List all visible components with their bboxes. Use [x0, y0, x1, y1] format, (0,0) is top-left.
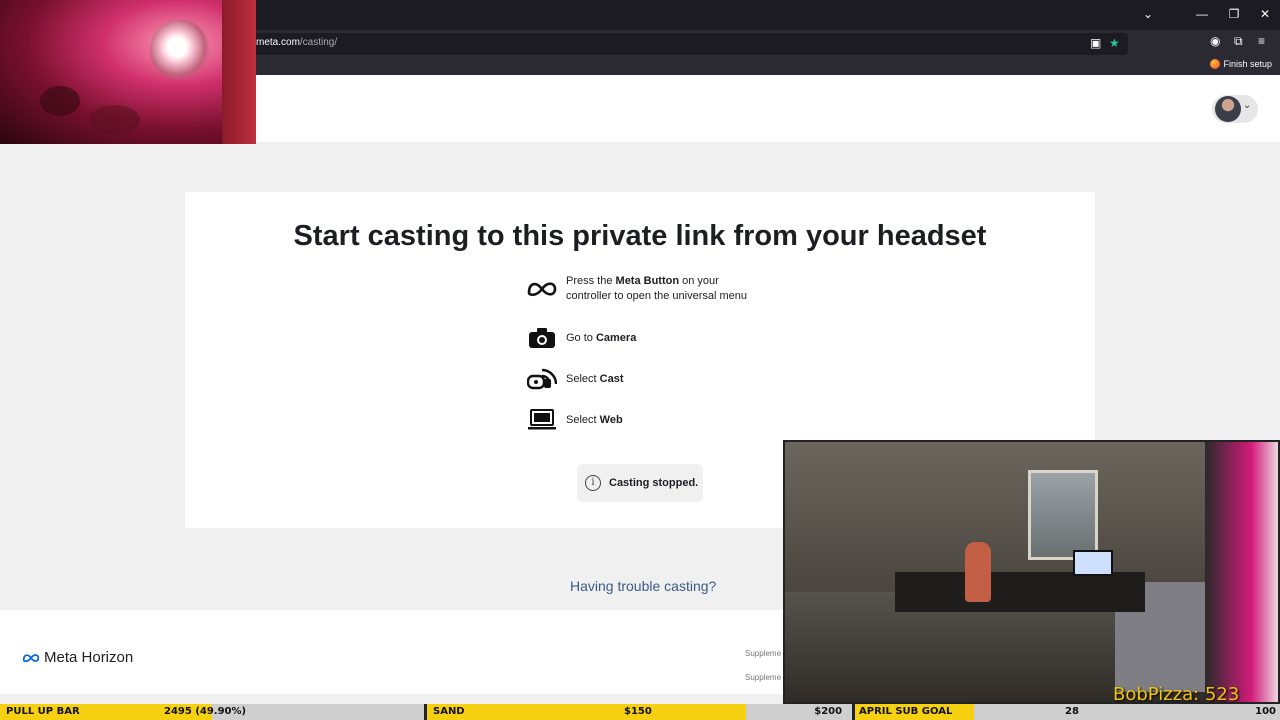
chevron-down-icon: ⌄ — [1243, 100, 1252, 111]
minimize-button[interactable]: — — [1194, 7, 1210, 21]
firefox-icon — [1210, 59, 1221, 69]
footer-link[interactable]: Suppleme — [745, 673, 781, 682]
laptop-icon — [525, 407, 559, 433]
avatar — [1215, 96, 1241, 122]
account-menu-button[interactable]: ⌄ — [1212, 95, 1258, 123]
window-image — [1028, 470, 1098, 560]
menu-icon[interactable]: ≡ — [1258, 34, 1265, 48]
desk-image — [895, 572, 1145, 612]
close-button[interactable]: ✕ — [1257, 7, 1273, 21]
account-icon[interactable]: ◉ — [1210, 34, 1220, 48]
viewer-counter: BobPizza: 523 — [1113, 684, 1240, 704]
tab-list-chevron-icon[interactable]: ⌄ — [1140, 7, 1156, 21]
goal-sand: SAND $150 — [427, 704, 747, 720]
step-camera: Go to Camera — [525, 325, 636, 351]
address-bar[interactable]: meta.com/casting/ ▣ ★ — [200, 33, 1128, 55]
bookmark-star-icon[interactable]: ★ — [1109, 36, 1120, 50]
extensions-icon[interactable]: ⧉ — [1234, 34, 1243, 49]
footer-link[interactable]: Suppleme — [745, 649, 781, 658]
camera-icon — [525, 325, 559, 351]
cast-icon — [525, 366, 559, 392]
webcam-overlay-top — [0, 0, 256, 144]
meta-horizon-logo[interactable]: Meta Horizon — [22, 649, 133, 666]
reader-view-icon[interactable]: ▣ — [1090, 36, 1101, 50]
step-web: Select Web — [525, 407, 623, 433]
monitor-image — [1073, 550, 1113, 576]
heat-lamp-image — [150, 20, 210, 80]
meta-logo-icon — [525, 276, 559, 302]
webcam-overlay-room: BobPizza: 523 — [783, 440, 1280, 704]
goal-pull-up-bar: PULL UP BAR 2495 (49.90%) — [0, 704, 424, 720]
goal-200: $200 — [746, 704, 852, 720]
info-icon: i — [585, 475, 601, 491]
person-image — [965, 542, 991, 602]
goal-april-sub: APRIL SUB GOAL 28 100 — [855, 704, 1280, 720]
goal-bar: PULL UP BAR 2495 (49.90%) SAND $150 $200… — [0, 704, 1280, 720]
url-text: meta.com/casting/ — [256, 37, 338, 48]
step-cast: Select Cast — [525, 366, 623, 392]
finish-setup-button[interactable]: Finish setup — [1210, 59, 1272, 69]
casting-status: i Casting stopped. — [577, 464, 703, 502]
step-meta-button: Press the Meta Button on your controller… — [525, 274, 747, 304]
page-title: Start casting to this private link from … — [293, 220, 987, 252]
restore-button[interactable]: ❐ — [1226, 7, 1242, 21]
trouble-casting-link[interactable]: Having trouble casting? — [570, 578, 716, 594]
meta-logo-icon — [22, 653, 40, 662]
